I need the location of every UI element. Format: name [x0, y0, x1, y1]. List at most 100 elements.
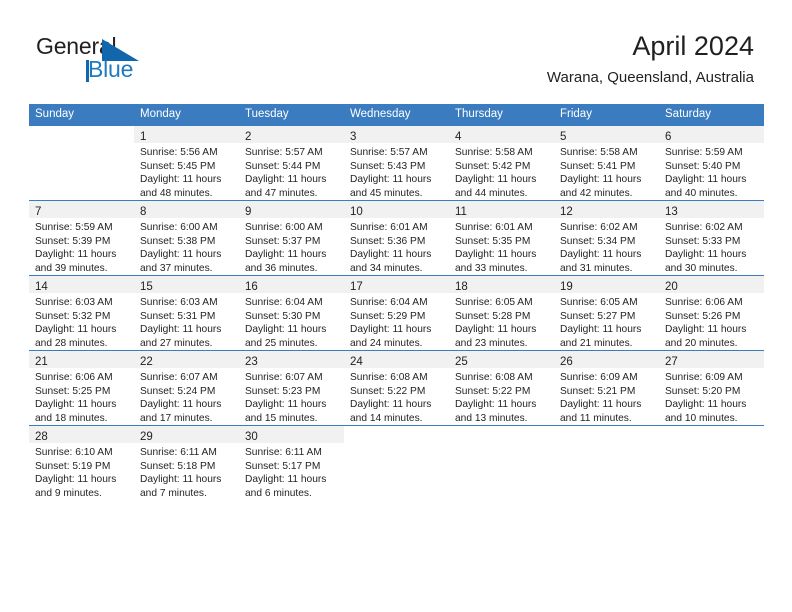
calendar-day-cell[interactable]: 24 Sunrise: 6:08 AM Sunset: 5:22 PM Dayligh…: [344, 350, 449, 426]
day-detail-line: Sunrise: 5:59 AM: [35, 222, 113, 233]
calendar-day-cell[interactable]: 3 Sunrise: 5:57 AM Sunset: 5:43 PM Daylight…: [344, 125, 449, 201]
day-detail-line: Sunset: 5:32 PM: [35, 310, 111, 322]
day-detail-line: Daylight: 11 hours: [560, 249, 642, 261]
calendar-cell-inner: [449, 426, 554, 500]
day-number-band: 1: [134, 126, 239, 143]
calendar-week-row: 1 Sunrise: 5:56 AM Sunset: 5:45 PM Daylight…: [29, 125, 764, 201]
calendar-cell-inner: 21 Sunrise: 6:06 AM Sunset: 5:25 PM Dayligh…: [29, 351, 134, 425]
calendar-day-cell[interactable]: 25 Sunrise: 6:08 AM Sunset: 5:22 PM Dayligh…: [449, 350, 554, 426]
calendar-cell-inner: 12 Sunrise: 6:02 AM Sunset: 5:34 PM Dayligh…: [554, 201, 659, 275]
weekday-header-thursday: Thursday: [449, 104, 554, 126]
calendar-day-cell[interactable]: 21 Sunrise: 6:06 AM Sunset: 5:25 PM Dayligh…: [29, 350, 134, 426]
calendar-day-cell[interactable]: 27 Sunrise: 6:09 AM Sunset: 5:20 PM Dayligh…: [659, 350, 764, 426]
calendar-day-cell[interactable]: 6 Sunrise: 5:59 AM Sunset: 5:40 PM Daylight…: [659, 125, 764, 201]
day-detail-line: Sunset: 5:21 PM: [560, 385, 636, 397]
calendar-day-cell[interactable]: 22 Sunrise: 6:07 AM Sunset: 5:24 PM Dayligh…: [134, 350, 239, 426]
calendar-day-cell[interactable]: 28 Sunrise: 6:10 AM Sunset: 5:19 PM Dayligh…: [29, 425, 134, 500]
calendar-day-cell[interactable]: 15 Sunrise: 6:03 AM Sunset: 5:31 PM Dayligh…: [134, 275, 239, 351]
day-number-band: [554, 426, 659, 443]
day-number-band: [29, 126, 134, 143]
day-detail-line: Sunrise: 6:06 AM: [35, 372, 113, 383]
calendar-day-cell[interactable]: 26 Sunrise: 6:09 AM Sunset: 5:21 PM Dayligh…: [554, 350, 659, 426]
calendar-cell-inner: 3 Sunrise: 5:57 AM Sunset: 5:43 PM Daylight…: [344, 126, 449, 200]
day-detail-lines: Sunrise: 5:58 AM Sunset: 5:42 PM Daylight:…: [449, 143, 554, 200]
calendar-day-cell[interactable]: 2 Sunrise: 5:57 AM Sunset: 5:44 PM Daylight…: [239, 125, 344, 201]
day-number: 23: [245, 356, 258, 368]
calendar-day-cell[interactable]: 17 Sunrise: 6:04 AM Sunset: 5:29 PM Dayligh…: [344, 275, 449, 351]
day-detail-line: and 13 minutes.: [455, 412, 528, 424]
day-detail-line: Daylight: 11 hours: [455, 174, 537, 186]
day-number-band: 15: [134, 276, 239, 293]
day-detail-line: Sunrise: 6:03 AM: [140, 297, 218, 308]
page-header: General Blue April 2024 Warana, Queensla…: [0, 0, 792, 100]
day-detail-line: Daylight: 11 hours: [455, 324, 537, 336]
day-number-band: 24: [344, 351, 449, 368]
day-detail-lines: [29, 143, 134, 146]
day-number-band: 29: [134, 426, 239, 443]
calendar-day-cell[interactable]: 14 Sunrise: 6:03 AM Sunset: 5:32 PM Dayligh…: [29, 275, 134, 351]
calendar-day-cell[interactable]: 19 Sunrise: 6:05 AM Sunset: 5:27 PM Dayligh…: [554, 275, 659, 351]
day-number: 9: [245, 206, 252, 218]
calendar-day-cell[interactable]: 5 Sunrise: 5:58 AM Sunset: 5:41 PM Daylight…: [554, 125, 659, 201]
calendar-day-cell[interactable]: 12 Sunrise: 6:02 AM Sunset: 5:34 PM Dayligh…: [554, 200, 659, 276]
day-detail-lines: [659, 443, 764, 446]
calendar-cell-inner: 23 Sunrise: 6:07 AM Sunset: 5:23 PM Dayligh…: [239, 351, 344, 425]
brand-logo[interactable]: General Blue: [36, 33, 236, 89]
day-number: 11: [455, 206, 467, 218]
calendar-cell-empty: [659, 425, 764, 500]
day-number-band: 13: [659, 201, 764, 218]
calendar-cell-inner: 13 Sunrise: 6:02 AM Sunset: 5:33 PM Dayligh…: [659, 201, 764, 275]
calendar-day-cell[interactable]: 18 Sunrise: 6:05 AM Sunset: 5:28 PM Dayligh…: [449, 275, 554, 351]
calendar-day-cell[interactable]: 23 Sunrise: 6:07 AM Sunset: 5:23 PM Dayligh…: [239, 350, 344, 426]
day-number-band: 30: [239, 426, 344, 443]
day-number-band: 6: [659, 126, 764, 143]
day-detail-line: Sunset: 5:45 PM: [140, 160, 216, 172]
calendar-day-cell[interactable]: 16 Sunrise: 6:04 AM Sunset: 5:30 PM Dayligh…: [239, 275, 344, 351]
day-detail-line: and 15 minutes.: [245, 412, 318, 424]
calendar-day-cell[interactable]: 9 Sunrise: 6:00 AM Sunset: 5:37 PM Daylight…: [239, 200, 344, 276]
calendar-day-cell[interactable]: 13 Sunrise: 6:02 AM Sunset: 5:33 PM Dayligh…: [659, 200, 764, 276]
calendar-day-cell[interactable]: 7 Sunrise: 5:59 AM Sunset: 5:39 PM Daylight…: [29, 200, 134, 276]
calendar-day-cell[interactable]: 29 Sunrise: 6:11 AM Sunset: 5:18 PM Dayligh…: [134, 425, 239, 500]
day-number-band: 18: [449, 276, 554, 293]
day-detail-line: Daylight: 11 hours: [245, 324, 327, 336]
calendar-day-cell[interactable]: 4 Sunrise: 5:58 AM Sunset: 5:42 PM Daylight…: [449, 125, 554, 201]
day-number-band: 28: [29, 426, 134, 443]
calendar-cell-empty: [554, 425, 659, 500]
day-detail-line: Daylight: 11 hours: [665, 249, 747, 261]
day-detail-line: and 30 minutes.: [665, 262, 738, 274]
calendar-day-cell[interactable]: 8 Sunrise: 6:00 AM Sunset: 5:38 PM Daylight…: [134, 200, 239, 276]
day-number-band: 4: [449, 126, 554, 143]
weekday-header-saturday: Saturday: [659, 104, 764, 126]
calendar-cell-inner: 2 Sunrise: 5:57 AM Sunset: 5:44 PM Daylight…: [239, 126, 344, 200]
day-number: 10: [350, 206, 363, 218]
day-detail-line: Sunset: 5:19 PM: [35, 460, 111, 472]
calendar-day-cell[interactable]: 11 Sunrise: 6:01 AM Sunset: 5:35 PM Dayligh…: [449, 200, 554, 276]
day-number: 18: [455, 281, 468, 293]
calendar-day-cell[interactable]: 1 Sunrise: 5:56 AM Sunset: 5:45 PM Daylight…: [134, 125, 239, 201]
calendar-day-cell[interactable]: 10 Sunrise: 6:01 AM Sunset: 5:36 PM Dayligh…: [344, 200, 449, 276]
calendar-cell-inner: 28 Sunrise: 6:10 AM Sunset: 5:19 PM Dayligh…: [29, 426, 134, 500]
day-detail-line: Sunset: 5:24 PM: [140, 385, 216, 397]
day-detail-line: Sunrise: 5:59 AM: [665, 147, 743, 158]
day-detail-line: Sunset: 5:44 PM: [245, 160, 321, 172]
day-number-band: 3: [344, 126, 449, 143]
day-detail-line: Sunset: 5:38 PM: [140, 235, 216, 247]
day-detail-line: Sunset: 5:40 PM: [665, 160, 741, 172]
day-detail-line: Sunrise: 6:10 AM: [35, 447, 113, 458]
calendar-cell-inner: 20 Sunrise: 6:06 AM Sunset: 5:26 PM Dayligh…: [659, 276, 764, 350]
day-detail-lines: Sunrise: 6:04 AM Sunset: 5:30 PM Daylight:…: [239, 293, 344, 350]
day-detail-lines: Sunrise: 6:05 AM Sunset: 5:27 PM Daylight:…: [554, 293, 659, 350]
calendar-day-cell[interactable]: 20 Sunrise: 6:06 AM Sunset: 5:26 PM Dayligh…: [659, 275, 764, 351]
day-number: 28: [35, 431, 48, 443]
day-detail-line: Daylight: 11 hours: [245, 174, 327, 186]
calendar-cell-inner: 29 Sunrise: 6:11 AM Sunset: 5:18 PM Dayligh…: [134, 426, 239, 500]
day-number-band: 12: [554, 201, 659, 218]
day-detail-line: and 39 minutes.: [35, 262, 108, 274]
day-number-band: 7: [29, 201, 134, 218]
day-detail-line: Sunset: 5:34 PM: [560, 235, 636, 247]
day-number-band: 14: [29, 276, 134, 293]
calendar-cell-inner: 17 Sunrise: 6:04 AM Sunset: 5:29 PM Dayligh…: [344, 276, 449, 350]
day-number: 14: [35, 281, 48, 293]
calendar-day-cell[interactable]: 30 Sunrise: 6:11 AM Sunset: 5:17 PM Dayligh…: [239, 425, 344, 500]
